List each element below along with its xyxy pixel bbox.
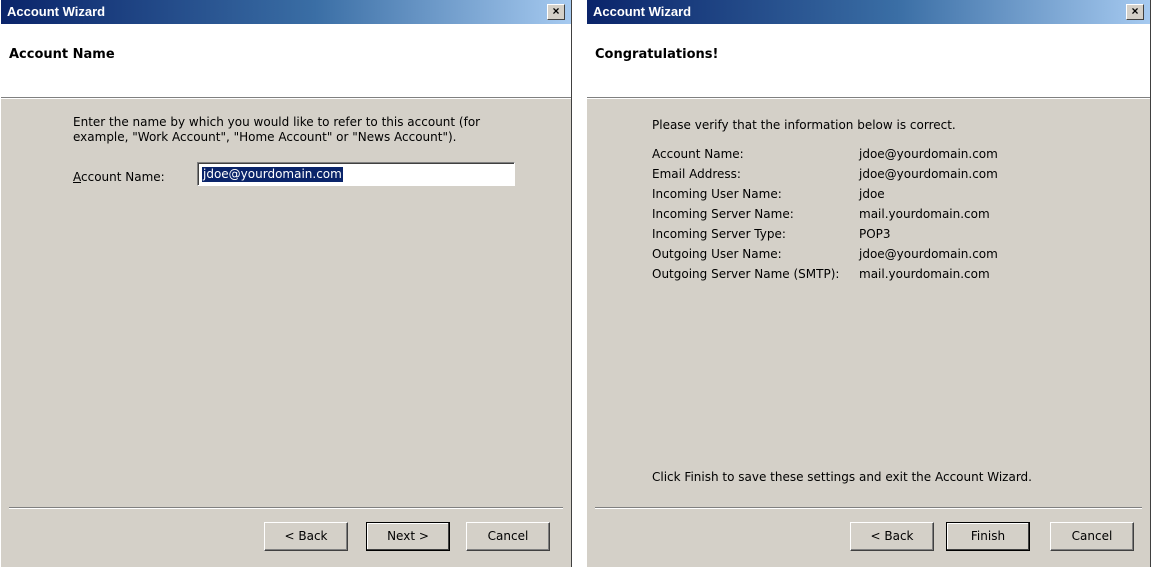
summary-value: jdoe@yourdomain.com	[859, 167, 998, 181]
page-title: Account Name	[9, 47, 115, 62]
summary-row: Outgoing Server Name (SMTP): mail.yourdom…	[652, 267, 998, 287]
page-title: Congratulations!	[595, 47, 719, 62]
back-button[interactable]: < Back	[850, 522, 934, 551]
account-name-accesskey: A	[73, 170, 81, 184]
summary-label: Email Address:	[652, 167, 741, 181]
summary-label: Outgoing Server Name (SMTP):	[652, 267, 840, 281]
wizard-content: Please verify that the information below…	[587, 98, 1150, 567]
summary-value: jdoe	[859, 187, 885, 201]
summary-value: jdoe@yourdomain.com	[859, 247, 998, 261]
summary-label: Incoming Server Type:	[652, 227, 786, 241]
close-icon[interactable]: ×	[1126, 4, 1144, 20]
finish-note-text: Click Finish to save these settings and …	[652, 470, 1032, 484]
account-name-label: Account Name:	[73, 170, 165, 184]
title-bar[interactable]: Account Wizard ×	[1, 0, 571, 24]
summary-value: mail.yourdomain.com	[859, 207, 990, 221]
account-name-value: jdoe@yourdomain.com	[202, 167, 343, 182]
footer-divider	[9, 507, 563, 509]
account-name-label-rest: ccount Name:	[81, 170, 165, 184]
wizard-header: Congratulations!	[587, 24, 1150, 98]
cancel-button[interactable]: Cancel	[466, 522, 550, 551]
summary-label: Incoming Server Name:	[652, 207, 794, 221]
summary-row: Outgoing User Name: jdoe@yourdomain.com	[652, 247, 998, 267]
summary-label: Outgoing User Name:	[652, 247, 782, 261]
wizard-header: Account Name	[1, 24, 571, 98]
summary-row: Incoming User Name: jdoe	[652, 187, 998, 207]
description-text: Enter the name by which you would like t…	[73, 115, 481, 144]
finish-button[interactable]: Finish	[946, 522, 1030, 551]
window-title: Account Wizard	[7, 4, 106, 19]
summary-row: Incoming Server Type: POP3	[652, 227, 998, 247]
wizard-content: Enter the name by which you would like t…	[1, 98, 571, 567]
close-icon[interactable]: ×	[547, 4, 565, 20]
desktop-gap	[572, 0, 586, 567]
summary-row: Incoming Server Name: mail.yourdomain.com	[652, 207, 998, 227]
account-summary-table: Account Name: jdoe@yourdomain.com Email A…	[652, 147, 998, 287]
footer-divider	[595, 507, 1142, 509]
account-wizard-window-right: Account Wizard × Congratulations! Please…	[586, 0, 1151, 567]
summary-row: Email Address: jdoe@yourdomain.com	[652, 167, 998, 187]
cancel-button[interactable]: Cancel	[1050, 522, 1134, 551]
next-button[interactable]: Next >	[366, 522, 450, 551]
summary-label: Account Name:	[652, 147, 744, 161]
summary-value: mail.yourdomain.com	[859, 267, 990, 281]
account-name-input[interactable]: jdoe@yourdomain.com	[197, 162, 515, 186]
back-button[interactable]: < Back	[264, 522, 348, 551]
summary-value: POP3	[859, 227, 891, 241]
summary-label: Incoming User Name:	[652, 187, 782, 201]
summary-value: jdoe@yourdomain.com	[859, 147, 998, 161]
title-bar[interactable]: Account Wizard ×	[587, 0, 1150, 24]
summary-row: Account Name: jdoe@yourdomain.com	[652, 147, 998, 167]
verify-intro-text: Please verify that the information below…	[652, 118, 956, 132]
window-title: Account Wizard	[593, 4, 692, 19]
account-wizard-window-left: Account Wizard × Account Name Enter the …	[0, 0, 572, 567]
